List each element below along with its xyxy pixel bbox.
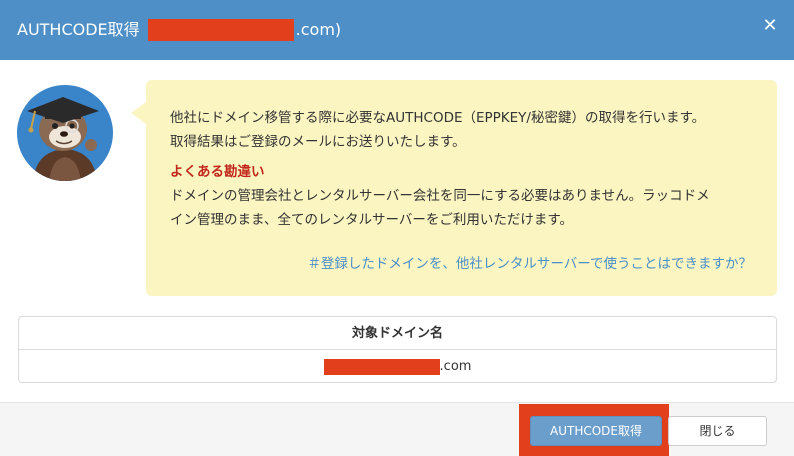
modal-header: AUTHCODE取得 .com) ✕ — [0, 0, 794, 60]
domain-table: 対象ドメイン名 .com — [18, 316, 777, 383]
notice-line-2: 取得結果はご登録のメールにお送りいたします。 — [170, 134, 466, 150]
table-header: 対象ドメイン名 — [19, 317, 776, 350]
warning-line-1: ドメインの管理会社とレンタルサーバー会社を同一にする必要はありません。ラッコドメ — [170, 188, 710, 204]
modal-title-suffix: .com) — [295, 20, 342, 39]
modal-title: AUTHCODE取得 .com) — [17, 19, 341, 41]
authcode-get-button[interactable]: AUTHCODE取得 — [530, 416, 662, 446]
warning-line-2: イン管理のまま、全てのレンタルサーバーをご利用いただけます。 — [170, 212, 573, 228]
modal-title-prefix: AUTHCODE取得 — [17, 20, 140, 39]
redacted-domain-name — [323, 358, 440, 375]
notice-text: 他社にドメイン移管する際に必要なAUTHCODE（EPPKEY/秘密鍵）の取得を… — [170, 106, 760, 232]
close-icon[interactable]: ✕ — [760, 15, 780, 37]
close-button[interactable]: 閉じる — [668, 416, 767, 446]
notice-bubble: 他社にドメイン移管する際に必要なAUTHCODE（EPPKEY/秘密鍵）の取得を… — [131, 80, 777, 296]
notice-line-1: 他社にドメイン移管する際に必要なAUTHCODE（EPPKEY/秘密鍵）の取得を… — [170, 110, 706, 126]
mascot-avatar — [15, 83, 115, 183]
table-row: .com — [19, 350, 776, 383]
redacted-domain — [147, 19, 294, 41]
warning-title: よくある勘違い — [170, 164, 265, 180]
domain-suffix: .com — [439, 359, 472, 374]
faq-link[interactable]: ＃登録したドメインを、他社レンタルサーバーで使うことはできますか？ — [307, 252, 752, 272]
